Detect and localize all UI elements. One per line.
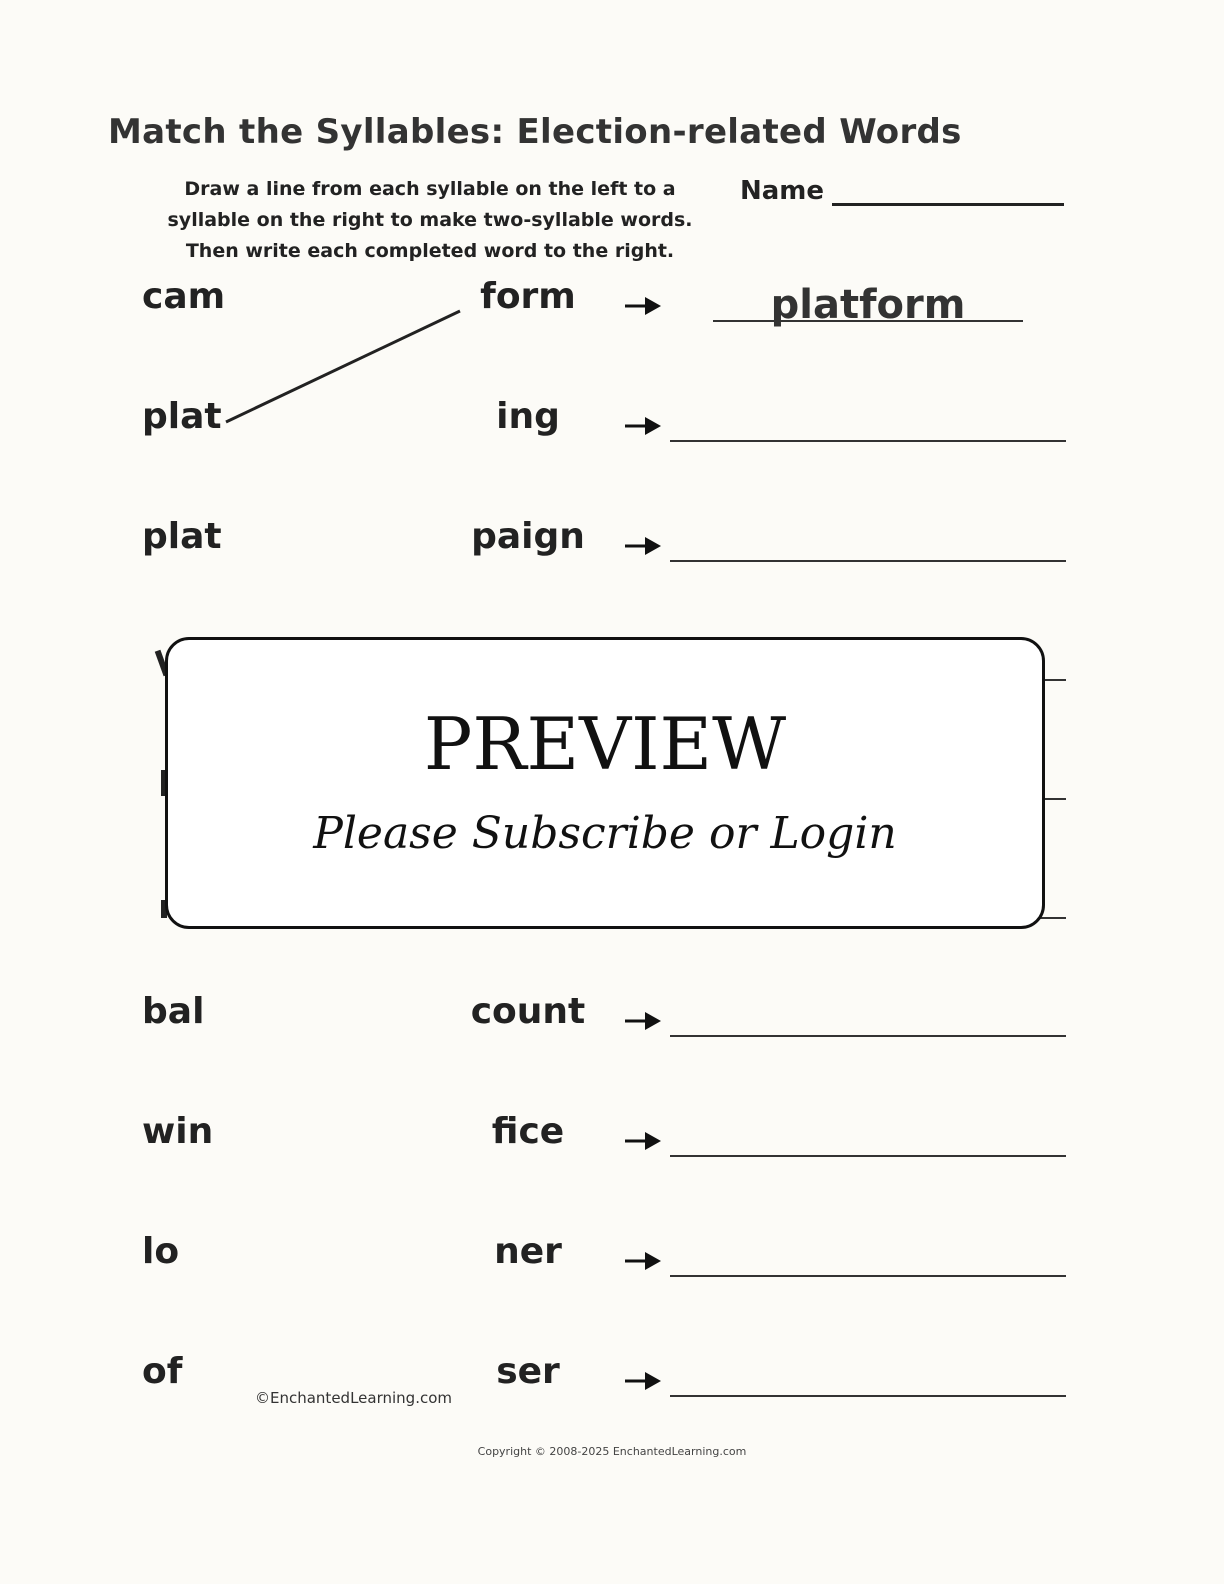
right-syllable: ing: [496, 396, 560, 437]
arrow-right-icon: [625, 297, 661, 315]
answer-line[interactable]: [670, 440, 1066, 442]
left-syllable: cam: [142, 276, 226, 317]
arrow-right-icon: [625, 537, 661, 555]
answer-line[interactable]: [670, 1275, 1066, 1277]
right-syllable: ser: [496, 1351, 560, 1392]
worksheet-page: Match the Syllables: Election-related Wo…: [0, 0, 1224, 1584]
arrow-right-icon: [625, 1012, 661, 1030]
left-syllable: of: [142, 1351, 183, 1392]
right-syllable: fice: [491, 1111, 565, 1152]
right-syllable: count: [470, 991, 586, 1032]
arrow-right-icon: [625, 1252, 661, 1270]
preview-subtitle[interactable]: Please Subscribe or Login: [168, 808, 1042, 859]
right-syllable: form: [480, 276, 576, 317]
preview-overlay[interactable]: PREVIEW Please Subscribe or Login: [165, 637, 1045, 929]
right-syllable: paign: [471, 516, 585, 557]
copyright: Copyright © 2008-2025 EnchantedLearning.…: [477, 1445, 747, 1458]
left-syllable: lo: [142, 1231, 180, 1272]
answer-line[interactable]: [670, 1395, 1066, 1397]
right-syllable: ner: [494, 1231, 562, 1272]
left-syllable: bal: [142, 991, 205, 1032]
credit: ©EnchantedLearning.com: [255, 1389, 452, 1407]
preview-title: PREVIEW: [423, 702, 787, 786]
answer-line[interactable]: [670, 1035, 1066, 1037]
answer-line: [713, 320, 1023, 322]
left-syllable: plat: [142, 396, 222, 437]
left-syllable: plat: [142, 516, 222, 557]
left-syllable: win: [142, 1111, 214, 1152]
arrow-right-icon: [625, 1132, 661, 1150]
answer-line[interactable]: [670, 560, 1066, 562]
arrow-right-icon: [625, 1372, 661, 1390]
arrow-right-icon: [625, 417, 661, 435]
answer-line[interactable]: [670, 1155, 1066, 1157]
